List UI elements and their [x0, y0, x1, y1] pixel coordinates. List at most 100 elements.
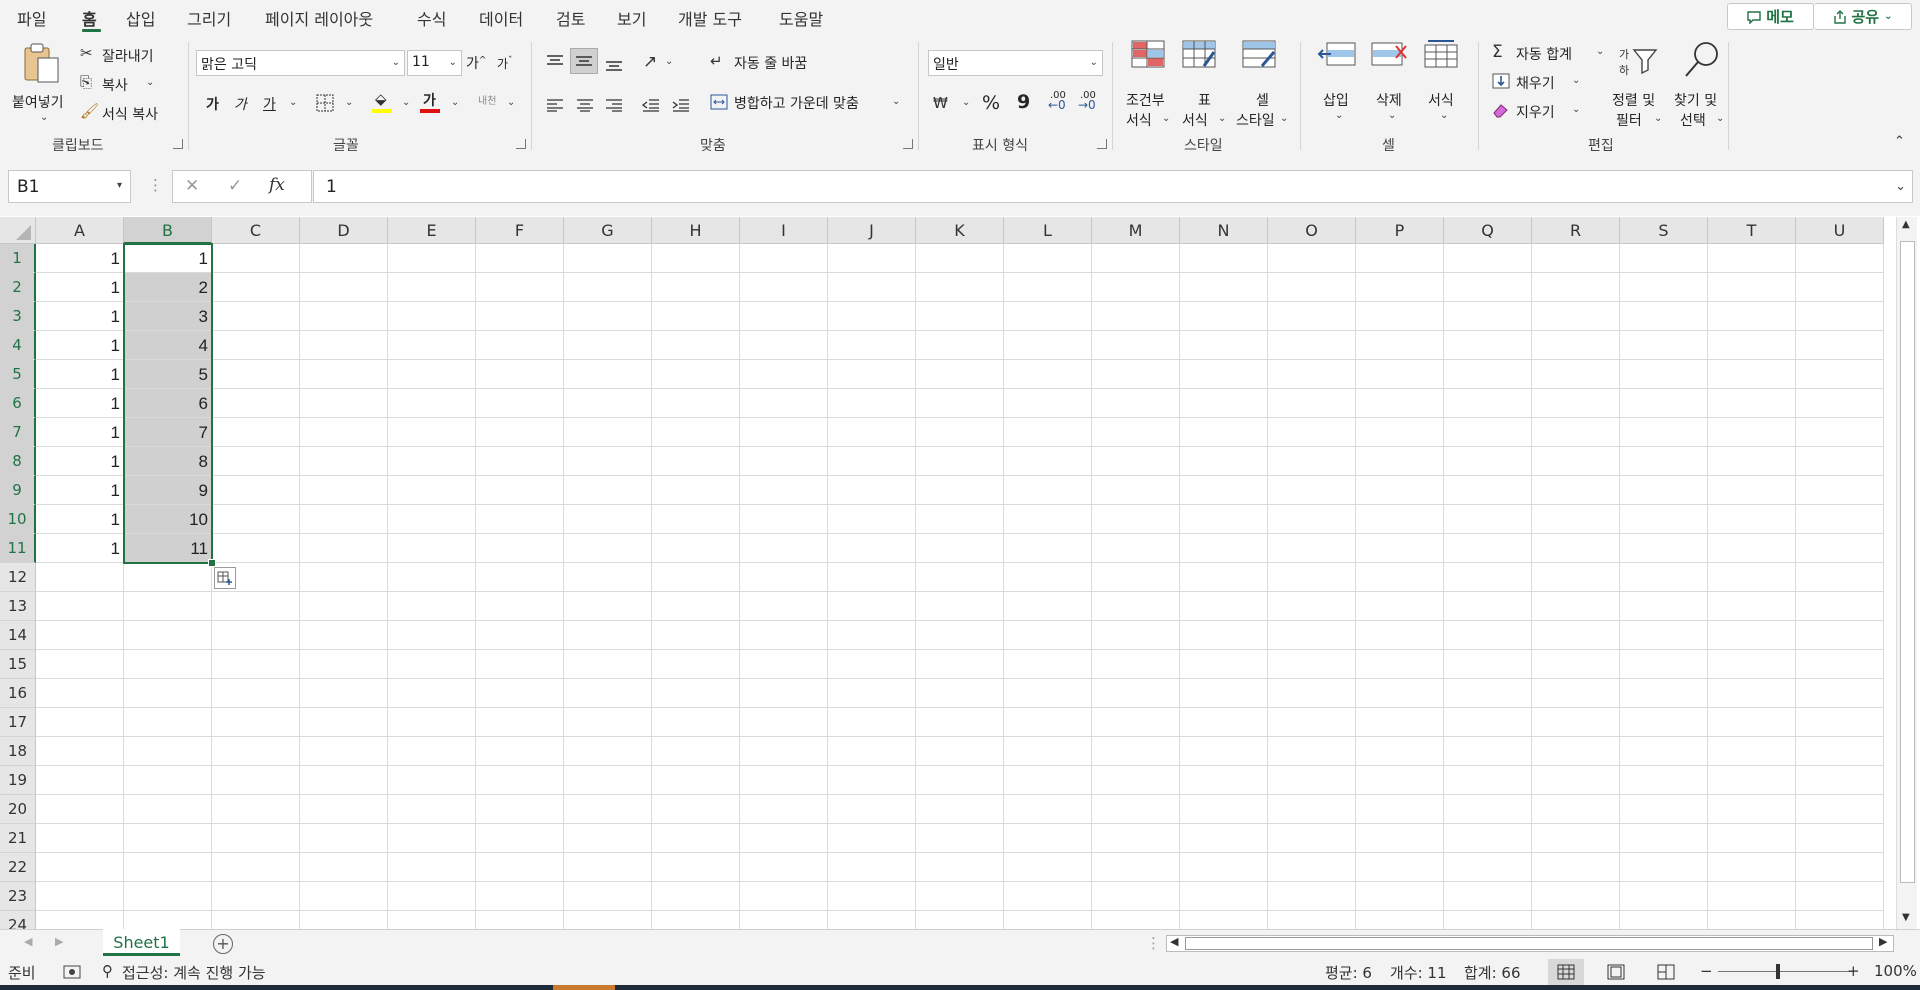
cell-q9[interactable]: [1444, 476, 1532, 505]
cell-b12[interactable]: [124, 563, 212, 592]
cell-m18[interactable]: [1092, 737, 1180, 766]
cell-l8[interactable]: [1004, 447, 1092, 476]
align-center-icon[interactable]: [576, 98, 594, 112]
horizontal-scrollbar[interactable]: ◀ ▶: [1166, 935, 1894, 952]
cell-t16[interactable]: [1708, 679, 1796, 708]
cell-k4[interactable]: [916, 331, 1004, 360]
cell-d5[interactable]: [300, 360, 388, 389]
cell-d2[interactable]: [300, 273, 388, 302]
cell-u24[interactable]: [1796, 911, 1884, 929]
cell-g3[interactable]: [564, 302, 652, 331]
cell-c11[interactable]: [212, 534, 300, 563]
cell-p17[interactable]: [1356, 708, 1444, 737]
cell-o3[interactable]: [1268, 302, 1356, 331]
cell-d17[interactable]: [300, 708, 388, 737]
cell-i21[interactable]: [740, 824, 828, 853]
cell-k6[interactable]: [916, 389, 1004, 418]
share-button[interactable]: 공유 ⌄: [1814, 3, 1912, 30]
row-header[interactable]: 23: [0, 882, 36, 911]
cell-a13[interactable]: [36, 592, 124, 621]
cell-k22[interactable]: [916, 853, 1004, 882]
cell-u9[interactable]: [1796, 476, 1884, 505]
cell-t17[interactable]: [1708, 708, 1796, 737]
cell-o23[interactable]: [1268, 882, 1356, 911]
cell-i7[interactable]: [740, 418, 828, 447]
cell-q17[interactable]: [1444, 708, 1532, 737]
cell-f6[interactable]: [476, 389, 564, 418]
cell-b24[interactable]: [124, 911, 212, 929]
cell-u7[interactable]: [1796, 418, 1884, 447]
cell-e20[interactable]: [388, 795, 476, 824]
cell-i6[interactable]: [740, 389, 828, 418]
cell-n24[interactable]: [1180, 911, 1268, 929]
cell-d18[interactable]: [300, 737, 388, 766]
cell-d10[interactable]: [300, 505, 388, 534]
cell-c14[interactable]: [212, 621, 300, 650]
cell-r11[interactable]: [1532, 534, 1620, 563]
cell-k18[interactable]: [916, 737, 1004, 766]
font-color-button[interactable]: 가: [420, 90, 442, 114]
column-header-a[interactable]: A: [36, 217, 124, 244]
cell-m16[interactable]: [1092, 679, 1180, 708]
cell-d13[interactable]: [300, 592, 388, 621]
cell-b10[interactable]: 10: [124, 505, 212, 534]
cell-e2[interactable]: [388, 273, 476, 302]
cell-t10[interactable]: [1708, 505, 1796, 534]
check-icon[interactable]: ✓: [228, 176, 242, 196]
cell-r24[interactable]: [1532, 911, 1620, 929]
cell-k13[interactable]: [916, 592, 1004, 621]
cell-b18[interactable]: [124, 737, 212, 766]
cell-p6[interactable]: [1356, 389, 1444, 418]
cell-l21[interactable]: [1004, 824, 1092, 853]
underline-button[interactable]: 가: [263, 94, 276, 114]
cell-a11[interactable]: 1: [36, 534, 124, 563]
cell-d15[interactable]: [300, 650, 388, 679]
cell-b2[interactable]: 2: [124, 273, 212, 302]
cell-o17[interactable]: [1268, 708, 1356, 737]
cell-b9[interactable]: 9: [124, 476, 212, 505]
cell-t15[interactable]: [1708, 650, 1796, 679]
cell-i15[interactable]: [740, 650, 828, 679]
cell-d6[interactable]: [300, 389, 388, 418]
shrink-font-button[interactable]: 가ˇ: [497, 55, 513, 72]
cell-p3[interactable]: [1356, 302, 1444, 331]
cell-i4[interactable]: [740, 331, 828, 360]
cell-t24[interactable]: [1708, 911, 1796, 929]
cell-m12[interactable]: [1092, 563, 1180, 592]
formula-input[interactable]: 1 ⌄: [313, 170, 1913, 203]
cell-g19[interactable]: [564, 766, 652, 795]
column-header-h[interactable]: H: [652, 217, 740, 244]
cell-k16[interactable]: [916, 679, 1004, 708]
cell-u19[interactable]: [1796, 766, 1884, 795]
cell-q6[interactable]: [1444, 389, 1532, 418]
cell-o16[interactable]: [1268, 679, 1356, 708]
cell-i1[interactable]: [740, 244, 828, 273]
cell-e7[interactable]: [388, 418, 476, 447]
row-header[interactable]: 8: [0, 447, 36, 476]
borders-icon[interactable]: [316, 94, 334, 112]
cell-d19[interactable]: [300, 766, 388, 795]
format-cells-button[interactable]: 서식 ⌄: [1420, 40, 1464, 130]
cell-c19[interactable]: [212, 766, 300, 795]
cell-h21[interactable]: [652, 824, 740, 853]
cell-s4[interactable]: [1620, 331, 1708, 360]
cell-m4[interactable]: [1092, 331, 1180, 360]
cell-b21[interactable]: [124, 824, 212, 853]
cell-e6[interactable]: [388, 389, 476, 418]
cell-s3[interactable]: [1620, 302, 1708, 331]
cell-q5[interactable]: [1444, 360, 1532, 389]
cell-a15[interactable]: [36, 650, 124, 679]
cell-r15[interactable]: [1532, 650, 1620, 679]
cell-h10[interactable]: [652, 505, 740, 534]
cell-f24[interactable]: [476, 911, 564, 929]
name-box[interactable]: B1 ▾: [8, 170, 131, 203]
column-header-u[interactable]: U: [1796, 217, 1884, 244]
cell-s22[interactable]: [1620, 853, 1708, 882]
cell-p1[interactable]: [1356, 244, 1444, 273]
cell-q10[interactable]: [1444, 505, 1532, 534]
cell-a23[interactable]: [36, 882, 124, 911]
grow-font-button[interactable]: 가^: [466, 53, 486, 73]
cell-r7[interactable]: [1532, 418, 1620, 447]
merge-center-button[interactable]: 병합하고 가운데 맞춤 ⌄: [710, 92, 910, 114]
cell-styles-button[interactable]: 셀 스타일 ⌄: [1236, 40, 1292, 130]
